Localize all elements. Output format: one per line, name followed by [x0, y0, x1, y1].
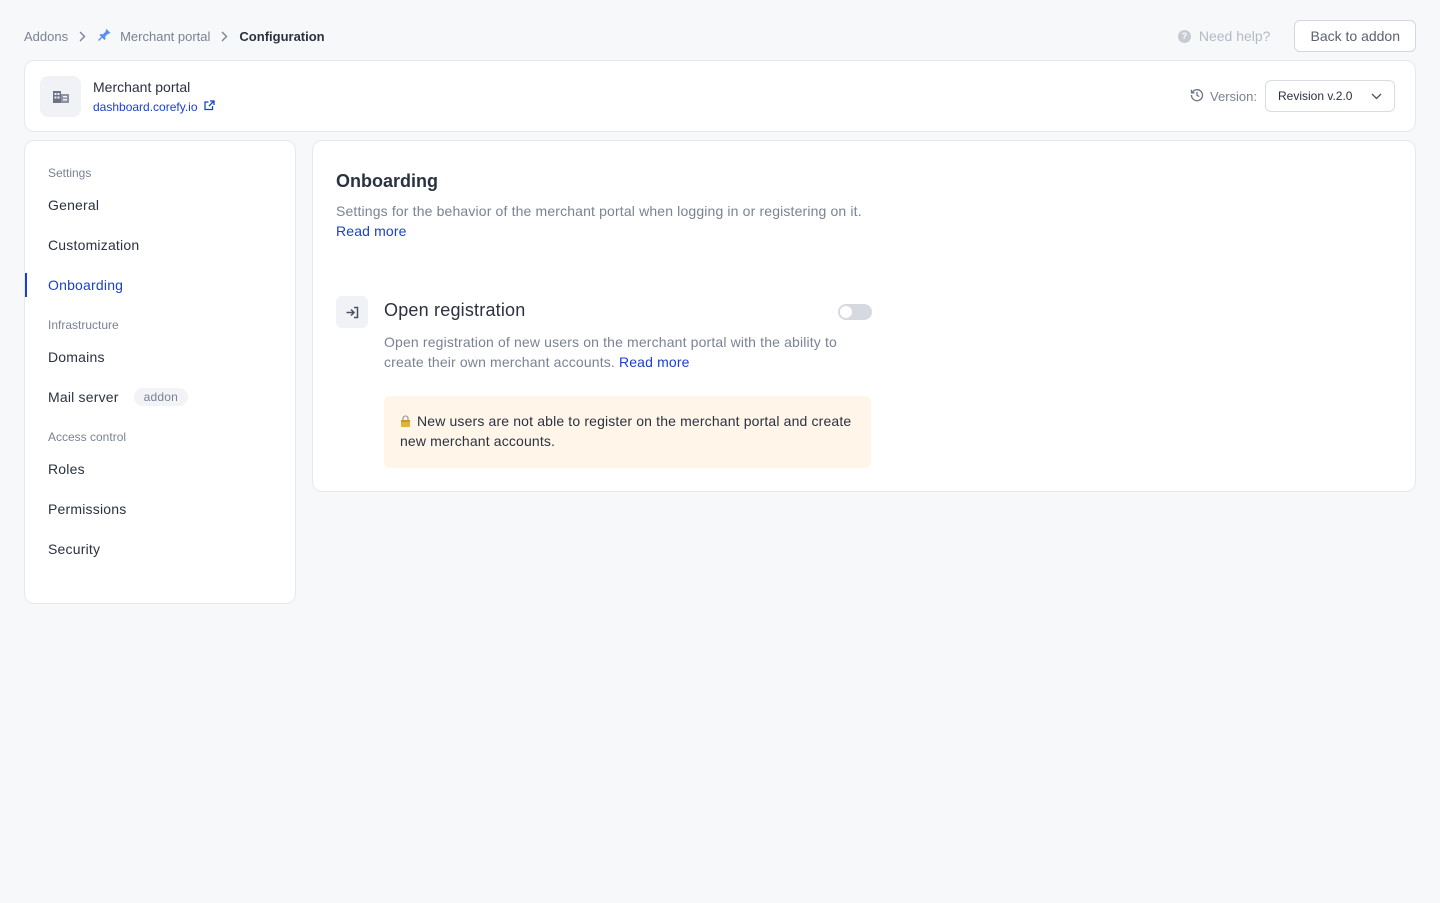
open-registration-toggle[interactable]	[838, 304, 872, 320]
open-registration-title: Open registration	[384, 300, 526, 320]
breadcrumb-merchant-portal-label: Merchant portal	[120, 28, 211, 44]
page-description-text: Settings for the behavior of the merchan…	[336, 203, 862, 219]
toggle-knob	[840, 306, 852, 318]
sidebar-group-infrastructure: Infrastructure	[48, 318, 119, 332]
building-icon	[40, 75, 81, 117]
app-domain-link[interactable]: dashboard.corefy.io	[93, 100, 215, 114]
question-icon: ?	[1177, 29, 1191, 43]
external-link-icon	[203, 99, 215, 114]
app-header-card: Merchant portal dashboard.corefy.io Vers…	[24, 60, 1416, 132]
lock-icon	[400, 412, 411, 427]
chevron-down-icon	[1371, 89, 1382, 103]
breadcrumb-merchant-portal[interactable]: Merchant portal	[97, 27, 210, 45]
topbar-actions: ? Need help? Back to addon	[1177, 20, 1416, 52]
back-to-addon-button[interactable]: Back to addon	[1294, 20, 1416, 52]
breadcrumb: Addons Merchant portal Configuration	[24, 27, 325, 45]
chevron-right-icon	[221, 31, 228, 42]
sidebar-item-customization[interactable]: Customization	[25, 225, 295, 265]
breadcrumb-current: Configuration	[239, 28, 325, 44]
app-domain-text: dashboard.corefy.io	[93, 99, 198, 114]
sidebar-group-access-control: Access control	[48, 430, 127, 444]
version-label: Version:	[1210, 88, 1257, 104]
breadcrumb-addons[interactable]: Addons	[24, 29, 68, 44]
sidebar-item-permissions[interactable]: Permissions	[25, 489, 295, 529]
sidebar-item-domains[interactable]: Domains	[25, 337, 295, 377]
addon-badge: addon	[133, 388, 189, 406]
onboarding-panel: Onboarding Settings for the behavior of …	[312, 140, 1416, 492]
sidebar-item-mail-server[interactable]: Mail server addon	[25, 377, 295, 417]
version-label-wrap: Version:	[1190, 88, 1257, 105]
version-select[interactable]: Revision v.2.0	[1265, 80, 1395, 112]
sign-in-icon	[336, 296, 368, 328]
sidebar-item-general[interactable]: General	[25, 185, 295, 225]
sidebar-item-roles[interactable]: Roles	[25, 449, 295, 489]
top-bar: Addons Merchant portal Configuration ? N…	[24, 20, 1416, 52]
version-value: Revision v.2.0	[1278, 89, 1353, 103]
app-meta: Merchant portal dashboard.corefy.io	[93, 79, 215, 114]
chevron-right-icon	[79, 31, 86, 42]
sidebar-item-label: Mail server	[48, 389, 119, 405]
help-label: Need help?	[1198, 28, 1271, 44]
help-link[interactable]: ? Need help?	[1177, 28, 1271, 44]
sidebar-item-onboarding[interactable]: Onboarding	[25, 265, 295, 305]
read-more-link[interactable]: Read more	[619, 354, 690, 370]
app-name: Merchant portal	[93, 78, 191, 95]
sidebar-item-security[interactable]: Security	[25, 529, 295, 569]
open-registration-description: Open registration of new users on the me…	[384, 332, 872, 372]
page-description: Settings for the behavior of the merchan…	[336, 201, 871, 241]
page-title: Onboarding	[336, 171, 438, 191]
notice-text: New users are not able to register on th…	[400, 413, 852, 449]
registration-notice: New users are not able to register on th…	[384, 396, 871, 468]
sidebar-group-settings: Settings	[48, 166, 92, 180]
open-registration-description-text: Open registration of new users on the me…	[384, 334, 837, 370]
version-picker: Version: Revision v.2.0	[1190, 80, 1395, 112]
read-more-link[interactable]: Read more	[336, 223, 407, 239]
pin-icon	[97, 27, 112, 45]
settings-sidebar: Settings General Customization Onboardin…	[24, 140, 296, 604]
history-icon	[1190, 88, 1204, 105]
